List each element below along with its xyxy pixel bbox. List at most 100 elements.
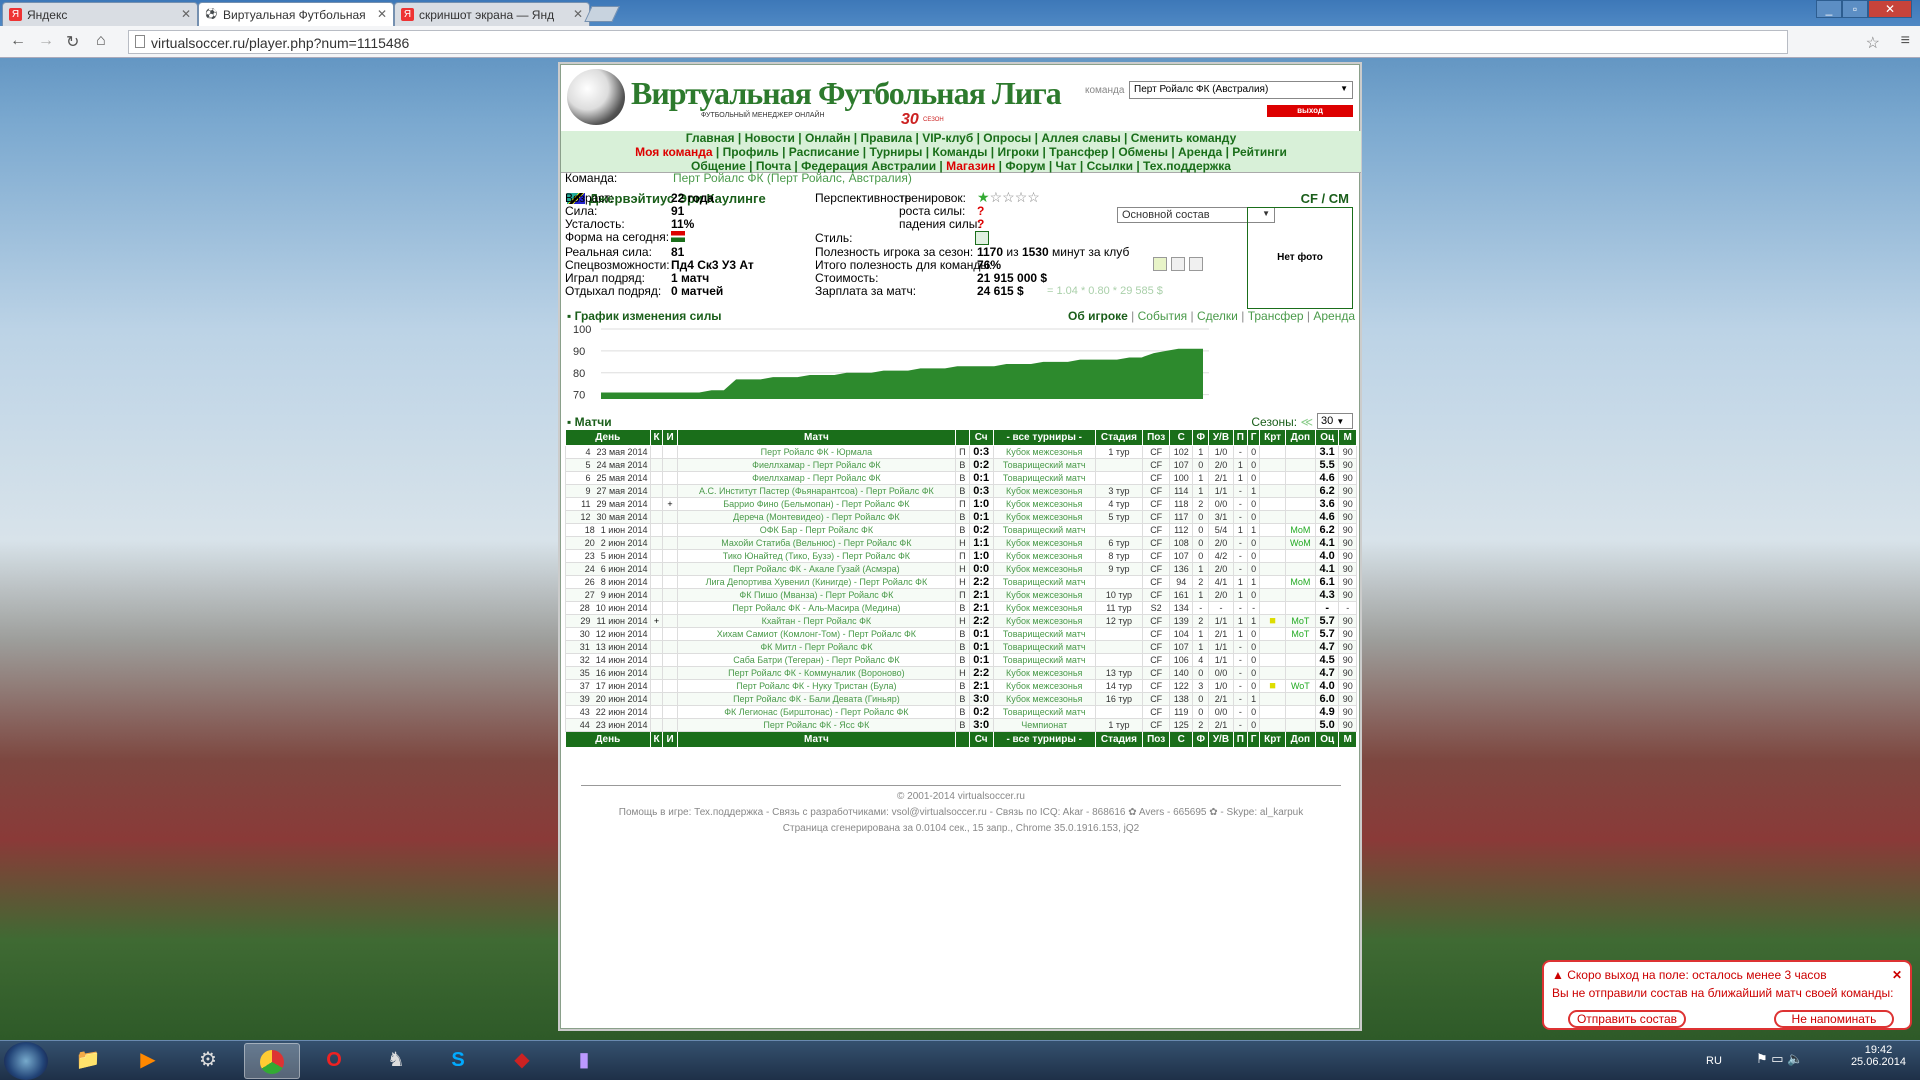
team-select[interactable]: Перт Ройалс ФК (Австралия) ▼ — [1129, 81, 1353, 99]
nav-link[interactable]: Магазин — [946, 159, 995, 173]
match-link[interactable]: Фиеллхамар - Перт Ройалс ФК — [676, 458, 957, 472]
nav-link[interactable]: Аллея славы — [1041, 131, 1120, 145]
nav-link[interactable]: Онлайн — [805, 131, 851, 145]
start-button[interactable] — [4, 1042, 48, 1080]
nav-link[interactable]: Правила — [860, 131, 912, 145]
nav-link[interactable]: Сменить команду — [1131, 131, 1237, 145]
site-title[interactable]: Виртуальная Футбольная Лига — [631, 75, 1062, 112]
match-link[interactable]: Баррио Фино (Бельмопан) - Перт Ройалс ФК — [676, 497, 957, 511]
match-link[interactable]: ФК Пишо (Мванза) - Перт Ройалс ФК — [676, 588, 957, 602]
match-link[interactable]: Перт Ройалс ФК - Коммуналик (Вороново) — [676, 666, 957, 680]
player-tab-link[interactable]: Об игроке — [1068, 309, 1128, 323]
column-header[interactable]: - все турниры - — [992, 731, 1096, 748]
explorer-icon[interactable]: 📁 — [60, 1043, 116, 1079]
player-tab-link[interactable]: События — [1138, 309, 1188, 323]
match-link[interactable]: Хихам Самиот (Комлонг-Том) - Перт Ройалс… — [676, 627, 957, 641]
match-link[interactable]: Дереча (Монтевидео) - Перт Ройалс ФК — [676, 510, 957, 524]
footer-help[interactable]: Помощь в игре: Тех.поддержка - Связь с р… — [561, 807, 1361, 818]
match-link[interactable]: Кхайтан - Перт Ройалс ФК — [676, 614, 957, 628]
skype-icon[interactable]: S — [430, 1043, 486, 1079]
forward-icon[interactable]: → — [38, 32, 54, 50]
nav-link[interactable]: Моя команда — [635, 145, 712, 159]
add-note-icon[interactable] — [1153, 257, 1167, 271]
nav-link[interactable]: Обмены — [1118, 145, 1168, 159]
back-icon[interactable]: ← — [10, 32, 26, 50]
dota-icon[interactable]: ◆ — [494, 1043, 550, 1079]
chrome-icon[interactable] — [244, 1043, 300, 1079]
minimize-icon[interactable]: _ — [1816, 0, 1842, 18]
logout-button[interactable]: выход — [1267, 105, 1353, 117]
tab-virtualsoccer[interactable]: ⚽ Виртуальная Футбольная ✕ — [198, 2, 394, 26]
nav-link[interactable]: Тех.поддержка — [1143, 159, 1231, 173]
home-icon[interactable]: ⌂ — [96, 32, 106, 50]
match-link[interactable]: Перт Ройалс ФК - Ясс ФК — [676, 718, 957, 732]
tab-screenshot[interactable]: Яскриншот экрана — Янд ✕ — [394, 2, 590, 26]
match-link[interactable]: Перт Ройалс ФК - Акале Гузай (Асмэра) — [676, 562, 957, 576]
table-cell: 3.6 — [1314, 497, 1340, 511]
nav-link[interactable]: Чат — [1056, 159, 1077, 173]
season-select[interactable]: 30 ▼ — [1317, 413, 1353, 429]
close-icon[interactable]: ✕ — [181, 7, 191, 21]
match-link[interactable]: Саба Батри (Тегеран) - Перт Ройалс ФК — [676, 653, 957, 667]
match-link[interactable]: ФК Митл - Перт Ройалс ФК — [676, 640, 957, 654]
player-tab-link[interactable]: Трансфер — [1248, 309, 1304, 323]
match-link[interactable]: Перт Ройалс ФК - Юрмала — [676, 445, 957, 459]
player-tab-link[interactable]: Сделки — [1197, 309, 1238, 323]
maximize-icon[interactable]: ▫ — [1842, 0, 1868, 18]
nav-link[interactable]: Рейтинги — [1232, 145, 1287, 159]
soccer-logo-icon[interactable] — [567, 69, 625, 125]
nav-link[interactable]: Турниры — [869, 145, 922, 159]
match-link[interactable]: Фиеллхамар - Перт Ройалс ФК — [676, 471, 957, 485]
nav-link[interactable]: Расписание — [789, 145, 860, 159]
match-link[interactable]: Махойи Статиба (Вельнюс) - Перт Ройалс Ф… — [676, 536, 957, 550]
tanks-game-icon[interactable]: ♞ — [368, 1043, 424, 1079]
column-header[interactable]: - все турниры - — [992, 429, 1096, 446]
send-lineup-button[interactable]: Отправить состав — [1568, 1010, 1686, 1028]
table-row: 28 10 июн 2014 Перт Ройалс ФК - Аль-Масира… — [565, 601, 1357, 615]
nav-link[interactable]: Профиль — [723, 145, 779, 159]
match-link[interactable]: ОФК Бар - Перт Ройалс ФК — [676, 523, 957, 537]
team-link[interactable]: Перт Ройалс ФК (Перт Ройалс, Австралия) — [673, 171, 912, 185]
nav-link[interactable]: Аренда — [1178, 145, 1222, 159]
media-player-icon[interactable]: ▶ — [120, 1043, 176, 1079]
nav-link[interactable]: Форум — [1005, 159, 1045, 173]
new-tab-button[interactable] — [584, 6, 620, 22]
match-link[interactable]: Перт Ройалс ФК - Аль-Масира (Медина) — [676, 601, 957, 615]
tab-yandex[interactable]: Я Яндекс ✕ — [2, 2, 198, 26]
nav-link[interactable]: Ссылки — [1087, 159, 1133, 173]
app-icon[interactable]: ▮ — [556, 1043, 612, 1079]
player-tab-link[interactable]: Аренда — [1313, 309, 1355, 323]
opera-icon[interactable]: O — [306, 1043, 362, 1079]
match-link[interactable]: Лига Депортива Хувенил (Кинигде) - Перт … — [676, 575, 957, 589]
nav-link[interactable]: VIP-клуб — [922, 131, 973, 145]
match-link[interactable]: Перт Ройалс ФК - Бали Девата (Гиньяр) — [676, 692, 957, 706]
prev-season-icon[interactable]: ≪ — [1300, 415, 1313, 429]
style-icon[interactable] — [975, 231, 989, 245]
close-icon[interactable]: ✕ — [1892, 968, 1902, 982]
dont-remind-button[interactable]: Не напоминать — [1774, 1010, 1894, 1028]
match-link[interactable]: Перт Ройалс ФК - Нуку Тристан (Була) — [676, 679, 957, 693]
close-icon[interactable]: ✕ — [377, 7, 387, 21]
nav-link[interactable]: Игроки — [997, 145, 1039, 159]
match-link[interactable]: ФК Легионас (Бирштонас) - Перт Ройалс ФК — [676, 705, 957, 719]
reload-icon[interactable]: ↻ — [66, 32, 79, 52]
nav-link[interactable]: Новости — [745, 131, 795, 145]
close-window-icon[interactable]: ✕ — [1868, 0, 1912, 18]
language-indicator[interactable]: RU — [1706, 1055, 1722, 1067]
tray-icons[interactable]: ⚑ ▭ 🔈 — [1756, 1051, 1803, 1067]
match-link[interactable]: Тико Юнайтед (Тико, Бузэ) - Перт Ройалс … — [676, 549, 957, 563]
match-link[interactable]: А.С. Институт Пастер (Фьянарантсоа) - Пе… — [676, 484, 957, 498]
nav-link[interactable]: Трансфер — [1049, 145, 1108, 159]
bookmark-star-icon[interactable]: ☆ — [1866, 33, 1880, 53]
url-field[interactable]: virtualsoccer.ru/player.php?num=1115486 — [128, 30, 1788, 54]
menu-icon[interactable]: ≡ — [1901, 32, 1910, 50]
nav-link[interactable]: Главная — [686, 131, 735, 145]
team-select-label: команда — [1085, 85, 1125, 96]
nav-link[interactable]: Команды — [932, 145, 987, 159]
steam-icon[interactable]: ⚙ — [180, 1043, 236, 1079]
clock[interactable]: 19:42 25.06.2014 — [1851, 1044, 1906, 1068]
close-icon[interactable]: ✕ — [573, 7, 583, 21]
document-icon[interactable] — [1189, 257, 1203, 271]
nav-link[interactable]: Опросы — [983, 131, 1031, 145]
compare-icon[interactable] — [1171, 257, 1185, 271]
